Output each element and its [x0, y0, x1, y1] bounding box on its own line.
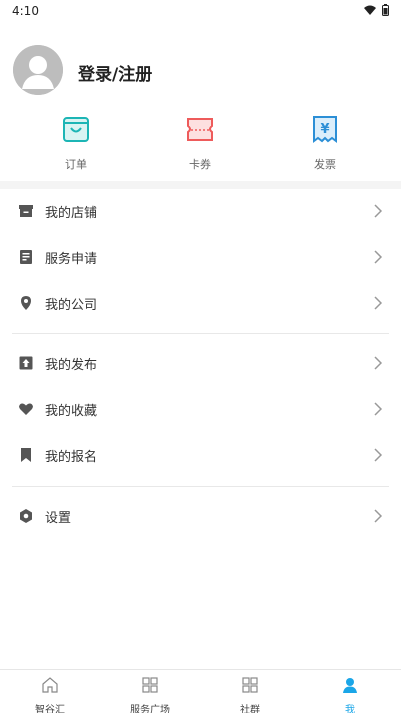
tab-label: 社群 [240, 705, 260, 713]
quick-action-coupons[interactable]: 卡券 [160, 114, 240, 172]
chevron-right-icon [374, 296, 383, 310]
quick-action-orders[interactable]: 订单 [36, 114, 116, 172]
upload-icon [19, 356, 33, 370]
tab-label: 服务广场 [130, 705, 170, 713]
location-pin-icon [21, 296, 31, 310]
quick-action-label: 订单 [65, 158, 87, 171]
status-bar: 4:10 [0, 0, 401, 24]
svg-text:¥: ¥ [320, 122, 329, 137]
chevron-right-icon [374, 250, 383, 264]
menu-item-label: 我的公司 [45, 298, 98, 313]
form-icon [20, 250, 32, 264]
home-icon [42, 677, 58, 693]
store-icon [19, 205, 33, 217]
heart-icon [19, 403, 33, 415]
quick-action-label: 发票 [314, 158, 336, 171]
profile-header[interactable]: 登录/注册 [0, 40, 401, 106]
tab-service-square[interactable]: 服务广场 [100, 676, 200, 713]
tab-zhiguhui[interactable]: 智谷汇 [0, 676, 100, 713]
menu-item-my-registrations[interactable]: 我的报名 [0, 432, 401, 478]
menu-item-my-favorites[interactable]: 我的收藏 [0, 386, 401, 432]
quick-action-invoice[interactable]: ¥ 发票 [285, 114, 365, 172]
menu-item-my-posts[interactable]: 我的发布 [0, 340, 401, 386]
ticket-icon [187, 118, 213, 141]
login-register-link[interactable]: 登录/注册 [78, 60, 152, 85]
menu-divider [12, 333, 389, 334]
menu-item-label: 我的报名 [45, 450, 98, 465]
status-icons [364, 4, 389, 16]
grid-icon [142, 677, 158, 693]
shopping-bag-icon [63, 117, 89, 142]
chevron-right-icon [374, 356, 383, 370]
battery-icon [382, 4, 389, 16]
menu-divider [12, 486, 389, 487]
menu-item-my-store[interactable]: 我的店铺 [0, 188, 401, 234]
menu-item-service-application[interactable]: 服务申请 [0, 234, 401, 280]
menu-item-my-company[interactable]: 我的公司 [0, 280, 401, 326]
tab-label: 我 [345, 705, 355, 713]
grid-icon [242, 677, 258, 693]
bookmark-icon [21, 448, 31, 462]
settings-icon [20, 509, 32, 523]
tab-label: 智谷汇 [35, 705, 65, 713]
quick-action-label: 卡券 [189, 158, 211, 171]
chevron-right-icon [374, 509, 383, 523]
user-icon [343, 678, 357, 693]
menu-item-label: 服务申请 [45, 252, 98, 267]
chevron-right-icon [374, 448, 383, 462]
menu-item-label: 设置 [45, 511, 72, 526]
menu-item-label: 我的收藏 [45, 404, 98, 419]
quick-actions: 订单 卡券 ¥ 发票 [0, 114, 401, 176]
invoice-icon: ¥ [313, 116, 337, 143]
wifi-icon [364, 5, 376, 15]
menu-item-label: 我的发布 [45, 358, 98, 373]
avatar[interactable] [13, 45, 63, 95]
chevron-right-icon [374, 402, 383, 416]
tab-me[interactable]: 我 [300, 676, 400, 713]
tab-community[interactable]: 社群 [200, 676, 300, 713]
bottom-tab-bar: 智谷汇 服务广场 社群 我 [0, 669, 401, 713]
menu-item-label: 我的店铺 [45, 206, 98, 221]
menu-item-settings[interactable]: 设置 [0, 493, 401, 539]
chevron-right-icon [374, 204, 383, 218]
default-avatar-icon [13, 45, 63, 95]
status-time: 4:10 [12, 4, 39, 18]
